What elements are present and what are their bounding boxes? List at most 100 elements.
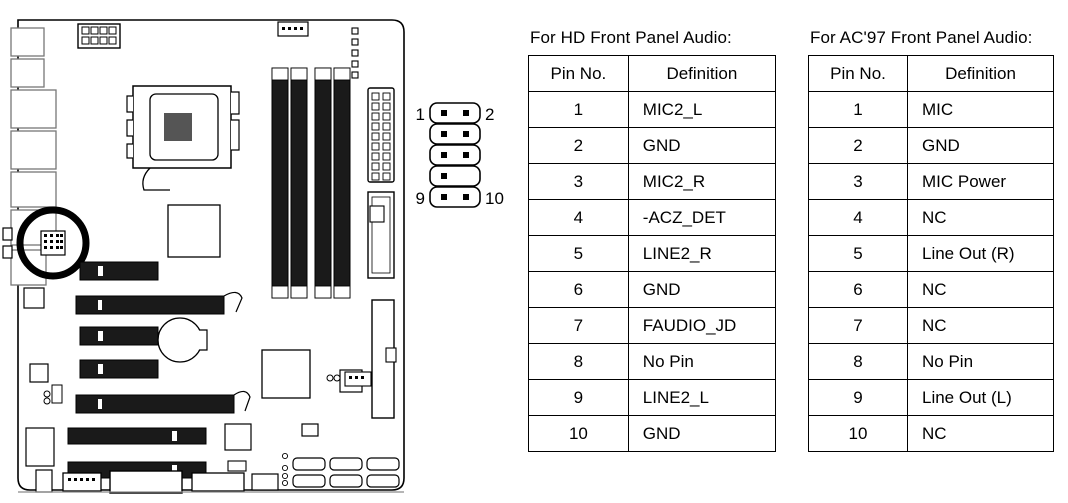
table-row: 10 NC [808,415,1054,452]
cell-definition: -ACZ_DET [627,199,777,236]
cell-pin-no: 7 [808,307,908,344]
table-row: 1 MIC [808,91,1054,128]
chassis-fan-header [369,205,385,223]
cell-definition: NC [907,271,1054,308]
column-header-pin-no: Pin No. [528,55,629,92]
atx-12v-power-connector [77,23,121,49]
cell-pin-no: 1 [808,91,908,128]
connector-row-4 [429,165,481,187]
table-row: 8 No Pin [808,343,1054,380]
hd-audio-table-caption: For HD Front Panel Audio: [530,28,732,47]
pin-6 [463,152,469,158]
connector-row-2 [429,123,481,145]
table-row: 1 MIC2_L [528,91,777,128]
connector-label-top-left: 1 [416,105,425,124]
column-header-definition: Definition [627,55,777,92]
cell-definition: MIC Power [907,163,1054,200]
table-row: 9 LINE2_L [528,379,777,416]
pin-10 [463,194,469,200]
cell-pin-no: 2 [528,127,629,164]
cell-definition: LINE2_R [627,235,777,272]
cell-pin-no: 5 [808,235,908,272]
ac97-audio-table-caption: For AC'97 Front Panel Audio: [810,28,1033,47]
cell-pin-no: 4 [808,199,908,236]
hd-audio-pin-table-block: For HD Front Panel Audio: Pin No. Defini… [528,28,777,452]
cell-pin-no: 1 [528,91,629,128]
table-row: 7 FAUDIO_JD [528,307,777,344]
northbridge-heatsink [167,204,221,258]
atx-24pin-power-connector [367,87,395,183]
table-row: 3 MIC Power [808,163,1054,200]
table-row: 2 GND [528,127,777,164]
table-row: 2 GND [808,127,1054,164]
column-header-definition: Definition [907,55,1054,92]
connector-label-top-right: 2 [485,105,494,124]
table-row: 6 NC [808,271,1054,308]
cell-definition: No Pin [627,343,777,380]
cell-pin-no: 10 [528,415,629,452]
pin-3 [441,131,447,137]
pin-7 [441,173,447,179]
cell-definition: Line Out (R) [907,235,1054,272]
audio-header-pinout-diagram: 1 2 9 10 [416,102,504,208]
table-row: 6 GND [528,271,777,308]
table-row: 10 GND [528,415,777,452]
table-header-row: Pin No. Definition [808,55,1054,92]
cell-pin-no: 2 [808,127,908,164]
cell-pin-no: 3 [808,163,908,200]
cell-definition: NC [907,415,1054,452]
table-row: 4 -ACZ_DET [528,199,777,236]
column-header-pin-no: Pin No. [808,55,908,92]
cell-definition: Line Out (L) [907,379,1054,416]
right-edge-notch [385,347,397,363]
pin-1 [441,110,447,116]
table-row: 5 LINE2_R [528,235,777,272]
cell-pin-no: 10 [808,415,908,452]
connector-row-1 [429,102,481,124]
connector-label-bottom-right: 10 [485,189,504,208]
cell-definition: MIC [907,91,1054,128]
io-controller-chip [224,423,252,451]
cell-definition: FAUDIO_JD [627,307,777,344]
southbridge-heatsink [261,349,311,399]
cpu-fan-header [277,21,309,37]
front-panel-audio-header [40,230,66,256]
ide-connector [367,191,395,279]
cell-definition: MIC2_R [627,163,777,200]
sata-side-jumpers [281,452,289,487]
cell-pin-no: 9 [808,379,908,416]
cell-definition: NC [907,307,1054,344]
table-row: 9 Line Out (L) [808,379,1054,416]
hd-audio-pin-table: Pin No. Definition 1 MIC2_L 2 GND 3 MIC2_R 4 -A… [528,55,777,452]
pin-4 [463,131,469,137]
cell-pin-no: 6 [528,271,629,308]
table-row: 4 NC [808,199,1054,236]
cell-pin-no: 8 [808,343,908,380]
pin-2 [463,110,469,116]
cell-pin-no: 7 [528,307,629,344]
pin-5 [441,152,447,158]
table-row: 8 No Pin [528,343,777,380]
cell-pin-no: 8 [528,343,629,380]
front-panel-fan-header [344,371,372,387]
ac97-audio-pin-table-block: For AC'97 Front Panel Audio: Pin No. Def… [808,28,1054,452]
table-row: 7 NC [808,307,1054,344]
connector-label-bottom-left: 9 [416,189,425,208]
cell-definition: MIC2_L [627,91,777,128]
table-row: 3 MIC2_R [528,163,777,200]
table-row: 5 Line Out (R) [808,235,1054,272]
connector-row-5 [429,186,481,208]
cell-definition: NC [907,199,1054,236]
cell-pin-no: 6 [808,271,908,308]
table-header-row: Pin No. Definition [528,55,777,92]
cell-pin-no: 3 [528,163,629,200]
cell-definition: LINE2_L [627,379,777,416]
cell-definition: GND [627,127,777,164]
ac97-audio-pin-table: Pin No. Definition 1 MIC 2 GND 3 MIC Power 4 NC… [808,55,1054,452]
cell-definition: No Pin [907,343,1054,380]
cell-pin-no: 5 [528,235,629,272]
pin-9 [441,194,447,200]
motherboard-diagram [2,19,405,494]
cell-pin-no: 9 [528,379,629,416]
connector-row-3 [429,144,481,166]
